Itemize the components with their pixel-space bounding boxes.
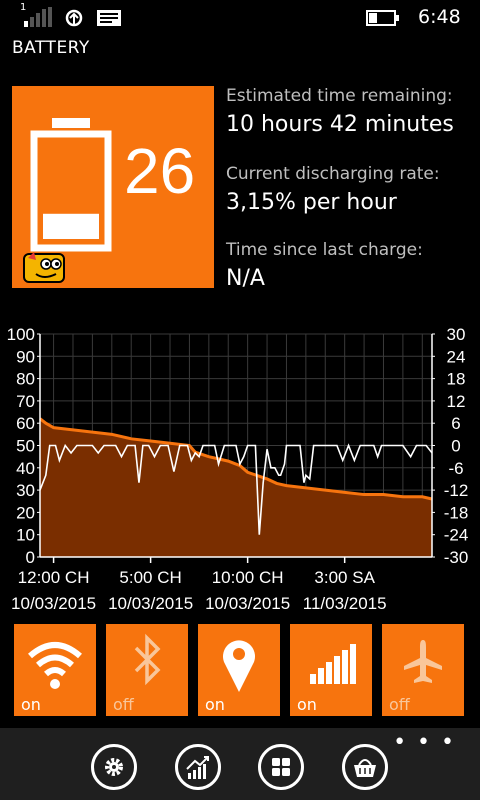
left-tick-label: 70 <box>16 392 35 411</box>
settings-icon <box>105 758 123 776</box>
toggle-location[interactable]: on <box>198 624 280 716</box>
right-tick-label: 0 <box>451 437 460 456</box>
left-tick-label: 50 <box>16 437 35 456</box>
battery-history-chart[interactable]: 100 90 80 70 60 50 40 30 20 10 0 30 24 18 12 6 0 -6 -12 -18… <box>0 320 480 620</box>
left-tick-label: 0 <box>26 548 35 567</box>
info-label: Current discharging rate: <box>226 164 440 184</box>
message-icon <box>97 10 121 26</box>
chart-svg: 10090807060504030201003024181260-6-12-18… <box>7 325 469 613</box>
toggle-state: off <box>389 695 410 714</box>
bluetooth-icon <box>134 633 161 686</box>
info-discharge-rate: Current discharging rate: 3,15% per hour <box>226 164 440 215</box>
toggle-state: on <box>205 695 225 714</box>
info-label: Estimated time remaining: <box>226 86 453 106</box>
x-tick-date-label: 10/03/2015 <box>205 594 290 613</box>
app-bar: • • • <box>0 728 480 800</box>
right-tick-label: -12 <box>444 481 469 500</box>
info-value: 3,15% per hour <box>226 190 397 215</box>
x-tick-time-label: 5:00 CH <box>119 568 181 587</box>
left-tick-label: 20 <box>16 503 35 522</box>
more-options-button[interactable]: • • • <box>393 730 456 755</box>
battery-percent: 26 <box>124 135 196 207</box>
chart-icon <box>186 756 209 779</box>
battery-status-icon <box>366 10 399 26</box>
basket-button[interactable] <box>342 744 388 790</box>
cellular-signal-icon <box>310 644 356 684</box>
location-pin-icon <box>223 640 255 692</box>
basket-icon <box>354 759 376 777</box>
mascot-icon <box>23 252 65 283</box>
chart-button[interactable] <box>175 744 221 790</box>
toggle-bluetooth[interactable]: off <box>106 624 188 716</box>
battery-tile[interactable]: 26 <box>12 86 214 288</box>
right-tick-label: 12 <box>447 392 466 411</box>
left-tick-label: 80 <box>16 370 35 389</box>
info-value: 10 hours 42 minutes <box>226 112 454 137</box>
grid-icon <box>272 758 290 776</box>
left-tick-label: 60 <box>16 414 35 433</box>
toggle-state: on <box>297 695 317 714</box>
left-tick-label: 100 <box>7 325 35 344</box>
clock: 6:48 <box>418 6 461 28</box>
signal-icon <box>24 7 52 27</box>
x-tick-date-label: 10/03/2015 <box>11 594 96 613</box>
right-tick-label: -30 <box>444 548 469 567</box>
toggle-cellular[interactable]: on <box>290 624 372 716</box>
x-tick-time-label: 12:00 CH <box>18 568 90 587</box>
right-tick-label: 24 <box>447 347 466 366</box>
toggle-state: on <box>21 695 41 714</box>
sync-icon <box>65 9 83 27</box>
quick-toggles: on off on on off <box>14 624 466 716</box>
toggle-wifi[interactable]: on <box>14 624 96 716</box>
page-title: BATTERY <box>12 38 90 58</box>
x-tick-time-label: 10:00 CH <box>212 568 284 587</box>
right-tick-label: -24 <box>444 526 469 545</box>
wifi-icon <box>28 642 82 689</box>
info-label: Time since last charge: <box>226 240 423 260</box>
left-tick-label: 40 <box>16 459 35 478</box>
toggle-state: off <box>113 695 134 714</box>
x-tick-date-label: 11/03/2015 <box>303 594 387 613</box>
right-tick-label: 6 <box>451 414 460 433</box>
left-tick-label: 10 <box>16 526 35 545</box>
right-tick-label: -6 <box>448 459 463 478</box>
x-tick-date-label: 10/03/2015 <box>108 594 193 613</box>
info-value: N/A <box>226 266 265 291</box>
x-tick-time-label: 3:00 SA <box>314 568 375 587</box>
battery-level-area <box>40 418 432 557</box>
info-time-remaining: Estimated time remaining: 10 hours 42 mi… <box>226 86 454 137</box>
info-since-charge: Time since last charge: N/A <box>226 240 423 291</box>
status-bar: 1 6:48 <box>0 0 480 34</box>
airplane-icon <box>404 640 442 683</box>
right-tick-label: 30 <box>447 325 466 344</box>
right-tick-label: -18 <box>444 503 469 522</box>
right-tick-label: 18 <box>447 370 466 389</box>
left-tick-label: 90 <box>16 347 35 366</box>
toggle-airplane[interactable]: off <box>382 624 464 716</box>
left-tick-label: 30 <box>16 481 35 500</box>
grid-button[interactable] <box>258 744 304 790</box>
settings-button[interactable] <box>91 744 137 790</box>
